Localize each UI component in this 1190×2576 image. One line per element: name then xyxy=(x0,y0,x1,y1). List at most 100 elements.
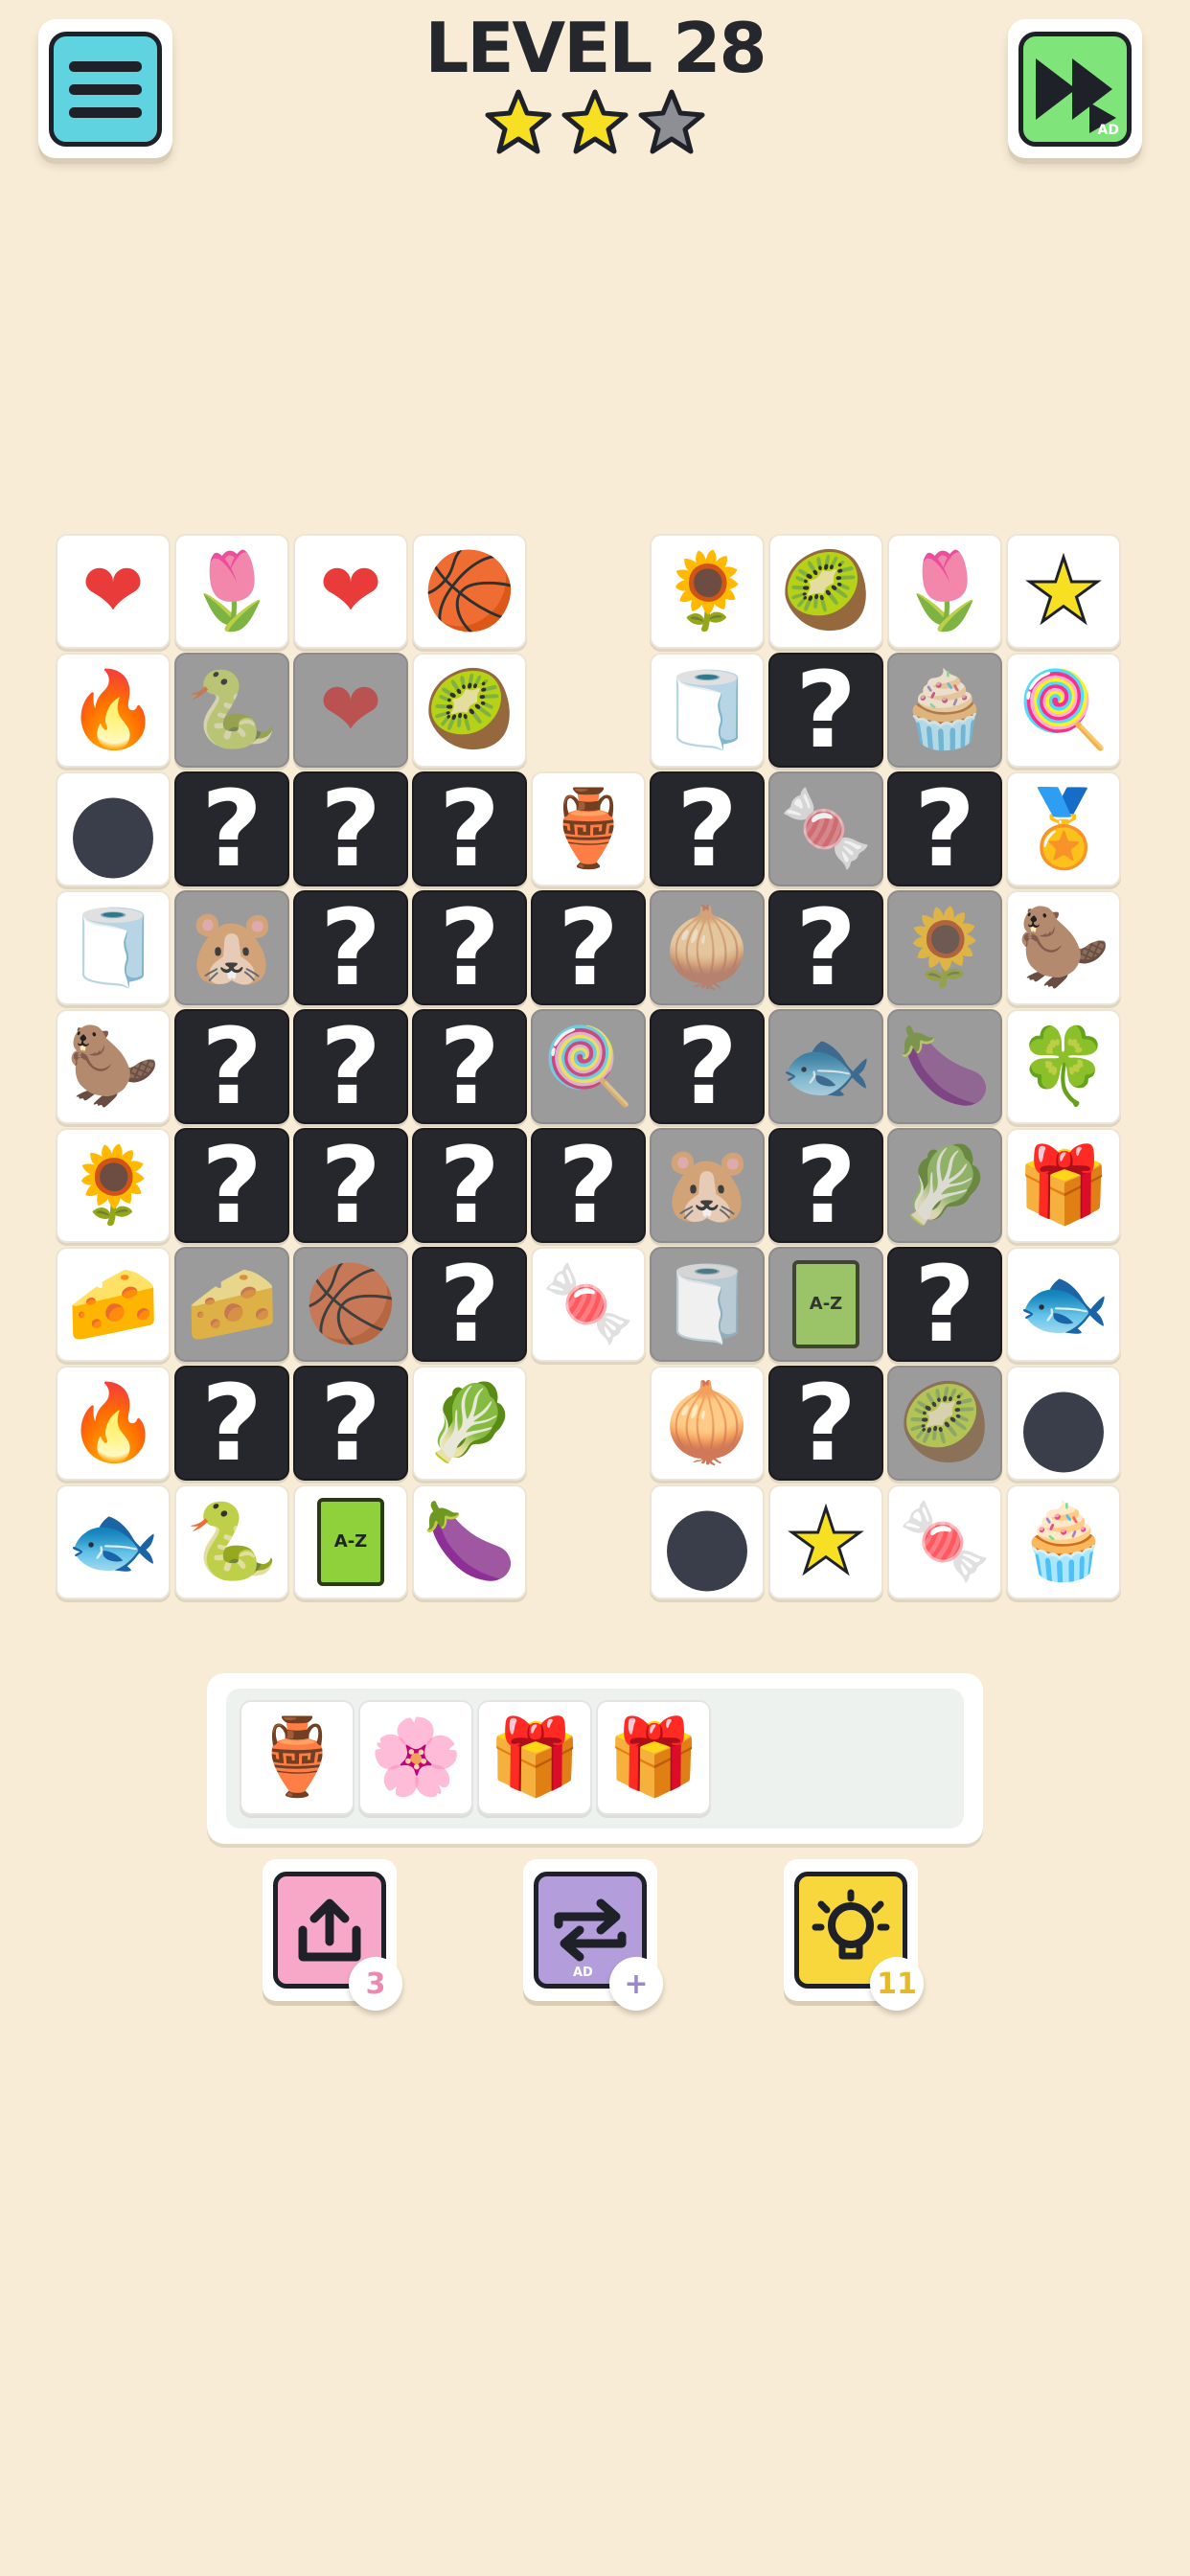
tile-hamster: 🐹 xyxy=(174,890,289,1005)
tile-sunflower[interactable]: 🌻 xyxy=(650,534,765,649)
tile-candy[interactable]: 🍬 xyxy=(531,1247,646,1362)
question-mark-icon: ? xyxy=(795,1362,857,1484)
tile-snake: 🐍 xyxy=(174,653,289,768)
question-mark-icon: ? xyxy=(439,1005,500,1128)
undo-button[interactable]: 3 xyxy=(263,1859,402,2011)
tile-fire[interactable]: 🔥 xyxy=(56,1366,171,1481)
tile-snake[interactable]: 🐍 xyxy=(174,1484,289,1599)
tile-tulip[interactable]: 🌷 xyxy=(887,534,1002,649)
shuffle-button[interactable]: AD + xyxy=(523,1859,663,2011)
tile-basketball[interactable]: 🏀 xyxy=(412,534,527,649)
hidden-tile[interactable]: ? xyxy=(412,771,527,886)
tile-cupcake[interactable]: 🧁 xyxy=(1006,1484,1121,1599)
tile-kiwi[interactable]: 🥝 xyxy=(768,534,883,649)
tile-onion[interactable]: 🧅 xyxy=(650,1366,765,1481)
sunflower-icon: 🌻 xyxy=(66,1142,160,1229)
bowling-ball-icon: ● xyxy=(661,1481,753,1603)
hidden-tile[interactable]: ? xyxy=(887,1247,1002,1362)
tile-medal[interactable]: 🏅 xyxy=(1006,771,1121,886)
tile-cheese[interactable]: 🧀 xyxy=(56,1247,171,1362)
question-mark-icon: ? xyxy=(201,1362,263,1484)
tile-heart[interactable]: ❤ xyxy=(293,534,408,649)
fire-icon: 🔥 xyxy=(66,667,160,753)
toilet-paper-icon: 🧻 xyxy=(660,667,754,753)
hidden-tile[interactable]: ? xyxy=(412,1009,527,1124)
hidden-tile[interactable]: ? xyxy=(174,1009,289,1124)
hidden-tile[interactable]: ? xyxy=(768,1128,883,1243)
tray-slot-gift: 🎁 xyxy=(477,1700,592,1815)
hidden-tile[interactable]: ? xyxy=(293,771,408,886)
eggplant-icon: 🍆 xyxy=(898,1024,992,1110)
gift-icon: 🎁 xyxy=(488,1714,582,1801)
tile-gift[interactable]: 🎁 xyxy=(1006,1128,1121,1243)
hint-button[interactable]: 11 xyxy=(784,1859,924,2011)
hidden-tile[interactable]: ? xyxy=(768,653,883,768)
tile-bowling-ball[interactable]: ● xyxy=(650,1484,765,1599)
tile-candy[interactable]: 🍬 xyxy=(887,1484,1002,1599)
basketball-icon: 🏀 xyxy=(304,1261,398,1347)
tile-beaver[interactable]: 🦫 xyxy=(56,1009,171,1124)
bowling-ball-icon: ● xyxy=(67,768,159,890)
tile-eggplant[interactable]: 🍆 xyxy=(412,1484,527,1599)
question-mark-icon: ? xyxy=(914,768,975,890)
tile-fire[interactable]: 🔥 xyxy=(56,653,171,768)
hidden-tile[interactable]: ? xyxy=(293,1009,408,1124)
tile-kiwi[interactable]: 🥝 xyxy=(412,653,527,768)
tile-toilet-paper[interactable]: 🧻 xyxy=(650,653,765,768)
tile-toilet-paper[interactable]: 🧻 xyxy=(56,890,171,1005)
sunflower-icon: 🌻 xyxy=(660,548,754,634)
tile-star[interactable]: ★ xyxy=(768,1484,883,1599)
tile-fish: 🐟 xyxy=(768,1009,883,1124)
hidden-tile[interactable]: ? xyxy=(768,890,883,1005)
hidden-tile[interactable]: ? xyxy=(887,771,1002,886)
hidden-tile[interactable]: ? xyxy=(293,1128,408,1243)
hidden-tile[interactable]: ? xyxy=(768,1366,883,1481)
tile-bowling-ball[interactable]: ● xyxy=(56,771,171,886)
tile-beaver[interactable]: 🦫 xyxy=(1006,890,1121,1005)
tile-board: ❤ 🌷 ❤ 🏀 🌻 🥝 🌷 ★ 🔥 🐍 ❤ 🥝 🧻? 🧁 🍭 ●??? 🏺? 🍬? 🏅 🧻 🐹??? 🧅? 🌻 🦫 🦫??? 🍭?… xyxy=(0,0,1190,1629)
hidden-tile[interactable]: ? xyxy=(531,890,646,1005)
tile-star[interactable]: ★ xyxy=(1006,534,1121,649)
tile-cabbage[interactable]: 🥬 xyxy=(412,1366,527,1481)
hidden-tile[interactable]: ? xyxy=(412,1128,527,1243)
hint-count-badge: 11 xyxy=(870,1957,924,2011)
hidden-tile[interactable]: ? xyxy=(531,1128,646,1243)
tile-sunflower[interactable]: 🌻 xyxy=(56,1128,171,1243)
hidden-tile[interactable]: ? xyxy=(174,771,289,886)
hidden-tile[interactable]: ? xyxy=(293,890,408,1005)
question-mark-icon: ? xyxy=(201,768,263,890)
bowling-ball-icon: ● xyxy=(1018,1362,1110,1484)
hidden-tile[interactable]: ? xyxy=(293,1366,408,1481)
tile-bowling-ball[interactable]: ● xyxy=(1006,1366,1121,1481)
cabbage-icon: 🥬 xyxy=(898,1142,992,1229)
hidden-tile[interactable]: ? xyxy=(412,890,527,1005)
undo-count-badge: 3 xyxy=(349,1957,402,2011)
hidden-tile[interactable]: ? xyxy=(412,1247,527,1362)
tile-clover[interactable]: 🍀 xyxy=(1006,1009,1121,1124)
collection-tray: 🏺 🌸 🎁 🎁 xyxy=(207,1673,983,1844)
hidden-tile[interactable]: ? xyxy=(650,771,765,886)
hidden-tile[interactable]: ? xyxy=(174,1128,289,1243)
lightbulb-icon: 11 xyxy=(794,1872,924,2011)
question-mark-icon: ? xyxy=(439,886,500,1009)
tulip-icon: 🌷 xyxy=(185,548,279,634)
tile-jug[interactable]: 🏺 xyxy=(531,771,646,886)
question-mark-icon: ? xyxy=(320,886,381,1009)
hidden-tile[interactable]: ? xyxy=(650,1009,765,1124)
tulip-icon: 🌷 xyxy=(898,548,992,634)
tile-tulip[interactable]: 🌷 xyxy=(174,534,289,649)
tile-fish[interactable]: 🐟 xyxy=(1006,1247,1121,1362)
tile-popsicle: 🍭 xyxy=(531,1009,646,1124)
tile-fish[interactable]: 🐟 xyxy=(56,1484,171,1599)
popsicle-icon: 🍭 xyxy=(541,1024,635,1110)
fish-icon: 🐟 xyxy=(66,1499,160,1585)
hidden-tile[interactable]: ? xyxy=(174,1366,289,1481)
tile-dictionary[interactable]: A-Z xyxy=(293,1484,408,1599)
candy-icon: 🍬 xyxy=(898,1499,992,1585)
question-mark-icon: ? xyxy=(201,1124,263,1247)
fire-icon: 🔥 xyxy=(66,1380,160,1466)
tile-cheese: 🧀 xyxy=(174,1247,289,1362)
tile-heart[interactable]: ❤ xyxy=(56,534,171,649)
tile-basketball: 🏀 xyxy=(293,1247,408,1362)
tile-popsicle[interactable]: 🍭 xyxy=(1006,653,1121,768)
